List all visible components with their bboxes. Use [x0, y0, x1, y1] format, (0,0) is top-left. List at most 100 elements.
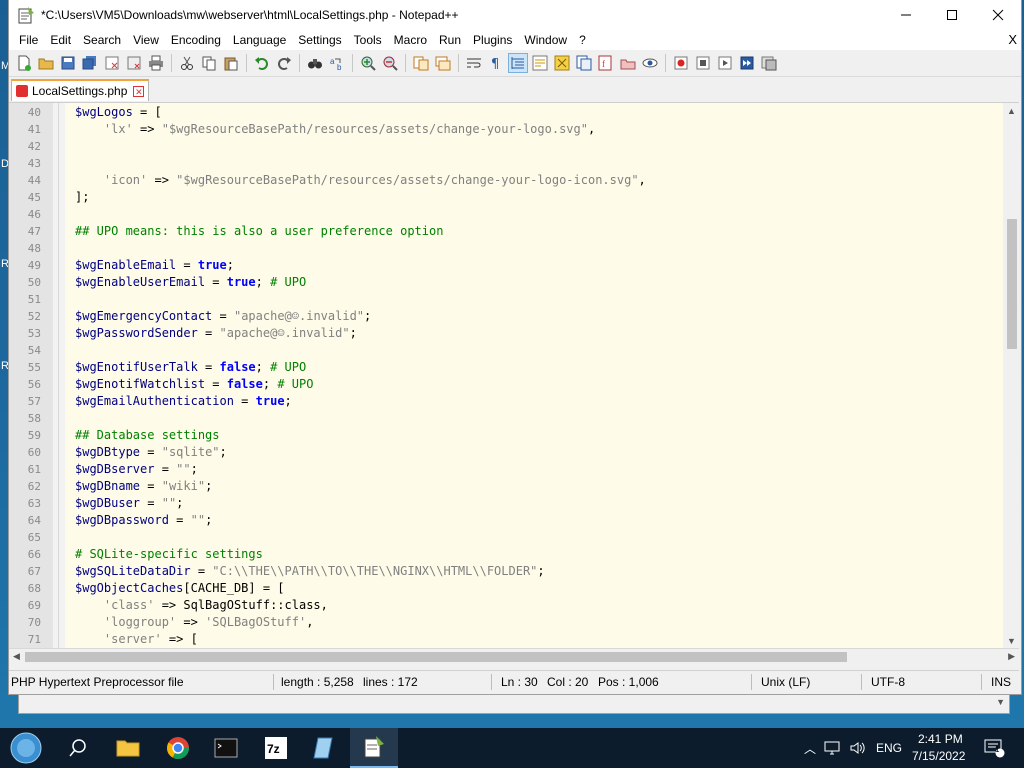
- line-text[interactable]: $wgEnableUserEmail = true; # UPO: [75, 274, 306, 291]
- line-text[interactable]: $wgEnotifUserTalk = false; # UPO: [75, 359, 306, 376]
- code-line[interactable]: 40 $wgLogos = [: [9, 104, 1009, 121]
- play-macro-button[interactable]: [715, 53, 735, 73]
- line-text[interactable]: ## UPO means: this is also a user prefer…: [75, 223, 443, 240]
- code-line[interactable]: 65: [9, 529, 1009, 546]
- menu-file[interactable]: File: [13, 30, 44, 50]
- code-line[interactable]: 41 'lx' => "$wgResourceBasePath/resource…: [9, 121, 1009, 138]
- code-line[interactable]: 62 $wgDBname = "wiki";: [9, 478, 1009, 495]
- show-hidden-icons[interactable]: ︿: [804, 740, 816, 757]
- line-text[interactable]: $wgDBuser = "";: [75, 495, 183, 512]
- menu-settings[interactable]: Settings: [292, 30, 347, 50]
- code-line[interactable]: 57 $wgEmailAuthentication = true;: [9, 393, 1009, 410]
- menu-encoding[interactable]: Encoding: [165, 30, 227, 50]
- code-line[interactable]: 47 ## UPO means: this is also a user pref…: [9, 223, 1009, 240]
- taskbar-notepadpp[interactable]: [350, 728, 398, 768]
- open-file-button[interactable]: [36, 53, 56, 73]
- taskbar-command-prompt[interactable]: [202, 728, 250, 768]
- line-text[interactable]: $wgLogos = [: [75, 104, 162, 121]
- code-line[interactable]: 68 $wgObjectCaches[CACHE_DB] = [: [9, 580, 1009, 597]
- show-all-chars-button[interactable]: ¶: [486, 53, 506, 73]
- define-language-button[interactable]: [530, 53, 550, 73]
- line-text[interactable]: $wgDBname = "wiki";: [75, 478, 212, 495]
- redo-button[interactable]: [274, 53, 294, 73]
- sync-vertical-button[interactable]: [411, 53, 431, 73]
- tab-localsettings[interactable]: LocalSettings.php ✕: [11, 79, 150, 101]
- cut-button[interactable]: [177, 53, 197, 73]
- new-file-button[interactable]: [14, 53, 34, 73]
- code-line[interactable]: 61 $wgDBserver = "";: [9, 461, 1009, 478]
- code-line[interactable]: 58: [9, 410, 1009, 427]
- menu-help[interactable]: ?: [573, 30, 592, 50]
- code-line[interactable]: 46: [9, 206, 1009, 223]
- line-text[interactable]: $wgEmailAuthentication = true;: [75, 393, 292, 410]
- menu-macro[interactable]: Macro: [388, 30, 433, 50]
- scroll-left-icon[interactable]: ◀: [13, 651, 20, 662]
- sync-horizontal-button[interactable]: [433, 53, 453, 73]
- close-button[interactable]: [975, 0, 1021, 30]
- start-button[interactable]: [2, 728, 50, 768]
- save-macro-button[interactable]: [759, 53, 779, 73]
- code-line[interactable]: 70 'loggroup' => 'SQLBagOStuff',: [9, 614, 1009, 631]
- horizontal-scroll-thumb[interactable]: [25, 652, 847, 662]
- replace-button[interactable]: ab: [327, 53, 347, 73]
- line-text[interactable]: 'loggroup' => 'SQLBagOStuff',: [75, 614, 314, 631]
- zoom-in-button[interactable]: [358, 53, 378, 73]
- minimize-button[interactable]: [883, 0, 929, 30]
- code-lines[interactable]: 40 $wgLogos = [41 'lx' => "$wgResourceBas…: [9, 104, 1009, 648]
- code-line[interactable]: 49 $wgEnableEmail = true;: [9, 257, 1009, 274]
- line-text[interactable]: 'class' => SqlBagOStuff::class,: [75, 597, 328, 614]
- paste-button[interactable]: [221, 53, 241, 73]
- taskbar-7zip[interactable]: 7z: [252, 728, 300, 768]
- taskbar-chrome[interactable]: [154, 728, 202, 768]
- clock-time[interactable]: 2:41 PM: [918, 732, 963, 746]
- menu-window[interactable]: Window: [518, 30, 573, 50]
- horizontal-scrollbar[interactable]: ◀ ▶: [9, 648, 1019, 665]
- tray-network[interactable]: [820, 728, 844, 768]
- vertical-scroll-thumb[interactable]: [1007, 219, 1017, 349]
- line-text[interactable]: ## Database settings: [75, 427, 220, 444]
- close-file-button[interactable]: [102, 53, 122, 73]
- code-line[interactable]: 63 $wgDBuser = "";: [9, 495, 1009, 512]
- print-button[interactable]: [146, 53, 166, 73]
- code-line[interactable]: 43: [9, 155, 1009, 172]
- line-text[interactable]: $wgSQLiteDataDir = "C:\\THE\\PATH\\TO\\T…: [75, 563, 545, 580]
- record-macro-button[interactable]: [671, 53, 691, 73]
- find-button[interactable]: [305, 53, 325, 73]
- line-text[interactable]: $wgObjectCaches[CACHE_DB] = [: [75, 580, 285, 597]
- menu-plugins[interactable]: Plugins: [467, 30, 518, 50]
- line-text[interactable]: $wgEmergencyContact = "apache@☺.invalid"…: [75, 308, 371, 325]
- line-text[interactable]: $wgEnotifWatchlist = false; # UPO: [75, 376, 313, 393]
- code-line[interactable]: 64 $wgDBpassword = "";: [9, 512, 1009, 529]
- line-text[interactable]: 'icon' => "$wgResourceBasePath/resources…: [75, 172, 646, 189]
- code-line[interactable]: 71 'server' => [: [9, 631, 1009, 648]
- document-map-button[interactable]: [552, 53, 572, 73]
- run-macro-multiple-button[interactable]: [737, 53, 757, 73]
- code-line[interactable]: 52 $wgEmergencyContact = "apache@☺.invali…: [9, 308, 1009, 325]
- scroll-up-icon[interactable]: ▲: [1007, 106, 1016, 116]
- folder-workspace-button[interactable]: f: [596, 53, 616, 73]
- save-button[interactable]: [58, 53, 78, 73]
- line-text[interactable]: $wgDBpassword = "";: [75, 512, 212, 529]
- code-line[interactable]: 42: [9, 138, 1009, 155]
- dropdown-arrow-icon[interactable]: ▼: [996, 697, 1005, 707]
- line-text[interactable]: $wgDBserver = "";: [75, 461, 198, 478]
- tab-close-icon[interactable]: ✕: [133, 85, 145, 97]
- monitoring-button[interactable]: [640, 53, 660, 73]
- line-text[interactable]: # SQLite-specific settings: [75, 546, 263, 563]
- language-indicator[interactable]: ENG: [876, 741, 902, 755]
- menu-view[interactable]: View: [127, 30, 165, 50]
- code-line[interactable]: 67 $wgSQLiteDataDir = "C:\\THE\\PATH\\TO\…: [9, 563, 1009, 580]
- code-line[interactable]: 44 'icon' => "$wgResourceBasePath/resour…: [9, 172, 1009, 189]
- code-line[interactable]: 59 ## Database settings: [9, 427, 1009, 444]
- code-line[interactable]: 53 $wgPasswordSender = "apache@☺.invalid"…: [9, 325, 1009, 342]
- title-bar[interactable]: *C:\Users\VM5\Downloads\mw\webserver\htm…: [9, 0, 1021, 30]
- code-line[interactable]: 50 $wgEnableUserEmail = true; # UPO: [9, 274, 1009, 291]
- maximize-button[interactable]: [929, 0, 975, 30]
- menu-edit[interactable]: Edit: [44, 30, 77, 50]
- code-line[interactable]: 60 $wgDBtype = "sqlite";: [9, 444, 1009, 461]
- tray-volume[interactable]: [846, 728, 870, 768]
- scroll-down-icon[interactable]: ▼: [1007, 636, 1016, 646]
- code-line[interactable]: 56 $wgEnotifWatchlist = false; # UPO: [9, 376, 1009, 393]
- line-text[interactable]: 'server' => [: [75, 631, 198, 648]
- folder-as-workspace-button[interactable]: [618, 53, 638, 73]
